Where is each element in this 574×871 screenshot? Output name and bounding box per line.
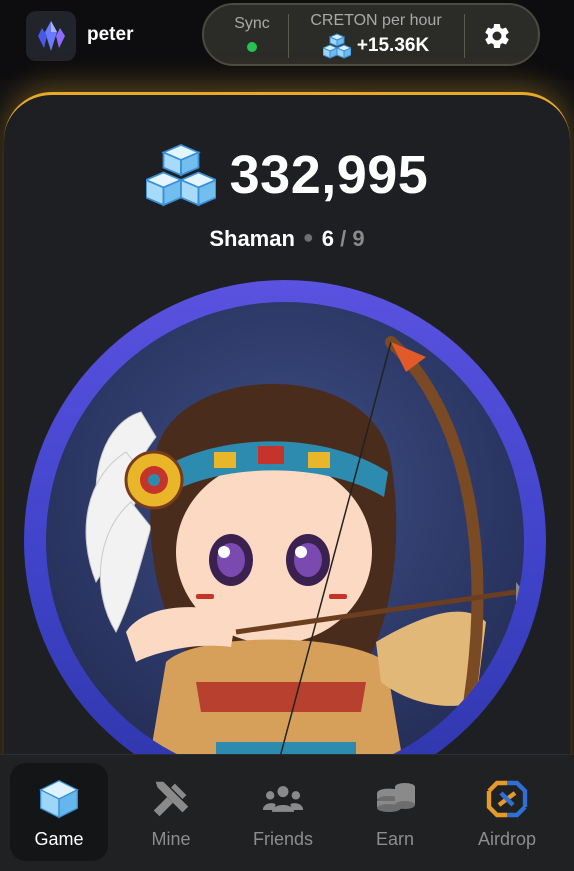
ice-cubes-icon [322,33,351,59]
nav-label-airdrop: Airdrop [477,829,537,849]
rank-current-level: 6 [321,226,335,251]
pickaxe-icon [147,775,195,823]
nav-item-airdrop[interactable]: Airdrop [458,763,556,861]
rate-value: +15.36K [356,35,430,56]
sync-dot-icon [247,42,257,52]
ice-cube-icon [35,775,83,823]
app-root: peter Sync CRETON per hour +15.36K 332,9… [0,0,574,871]
balance: 332,995 [0,142,574,208]
feather-headdress [85,411,157,634]
friends-icon [259,775,307,823]
rank-line: Shaman ● 6 / 9 [0,226,574,252]
nav-item-earn[interactable]: Earn [346,763,444,861]
nav-label-earn: Earn [375,829,415,849]
nav-item-mine[interactable]: Mine [122,763,220,861]
settings-button[interactable] [480,19,514,53]
username: peter [87,24,134,45]
divider [464,14,465,58]
rate-row: +15.36K [296,33,456,59]
rank-title: Shaman [209,226,295,251]
nav-label-game: Game [34,829,84,849]
avatar[interactable] [26,11,76,61]
stats-pill: Sync CRETON per hour +15.36K [202,3,540,66]
bullet: ● [302,227,314,247]
nav-label-mine: Mine [151,829,191,849]
nav-label-friends: Friends [252,829,314,849]
rank-max-level: 9 [352,226,365,251]
gear-icon [485,23,509,48]
sync-status: Sync [226,15,278,57]
nav-item-game[interactable]: Game [10,763,108,861]
crystal-icon [38,21,65,51]
nav-item-friends[interactable]: Friends [234,763,332,861]
divider [288,14,289,58]
bottom-nav: Game Mine Friends Earn Airdrop [0,754,574,871]
rate-block: CRETON per hour +15.36K [296,12,456,59]
coins-icon [371,775,419,823]
balance-value: 332,995 [229,145,429,205]
airdrop-icon [483,775,531,823]
archer-character [85,336,524,780]
ice-cubes-icon [145,144,216,207]
character-image [46,302,524,780]
rank-separator: / [340,226,347,251]
sync-label: Sync [234,15,270,32]
rate-label: CRETON per hour [310,12,442,29]
character-tap-area[interactable] [24,280,546,802]
